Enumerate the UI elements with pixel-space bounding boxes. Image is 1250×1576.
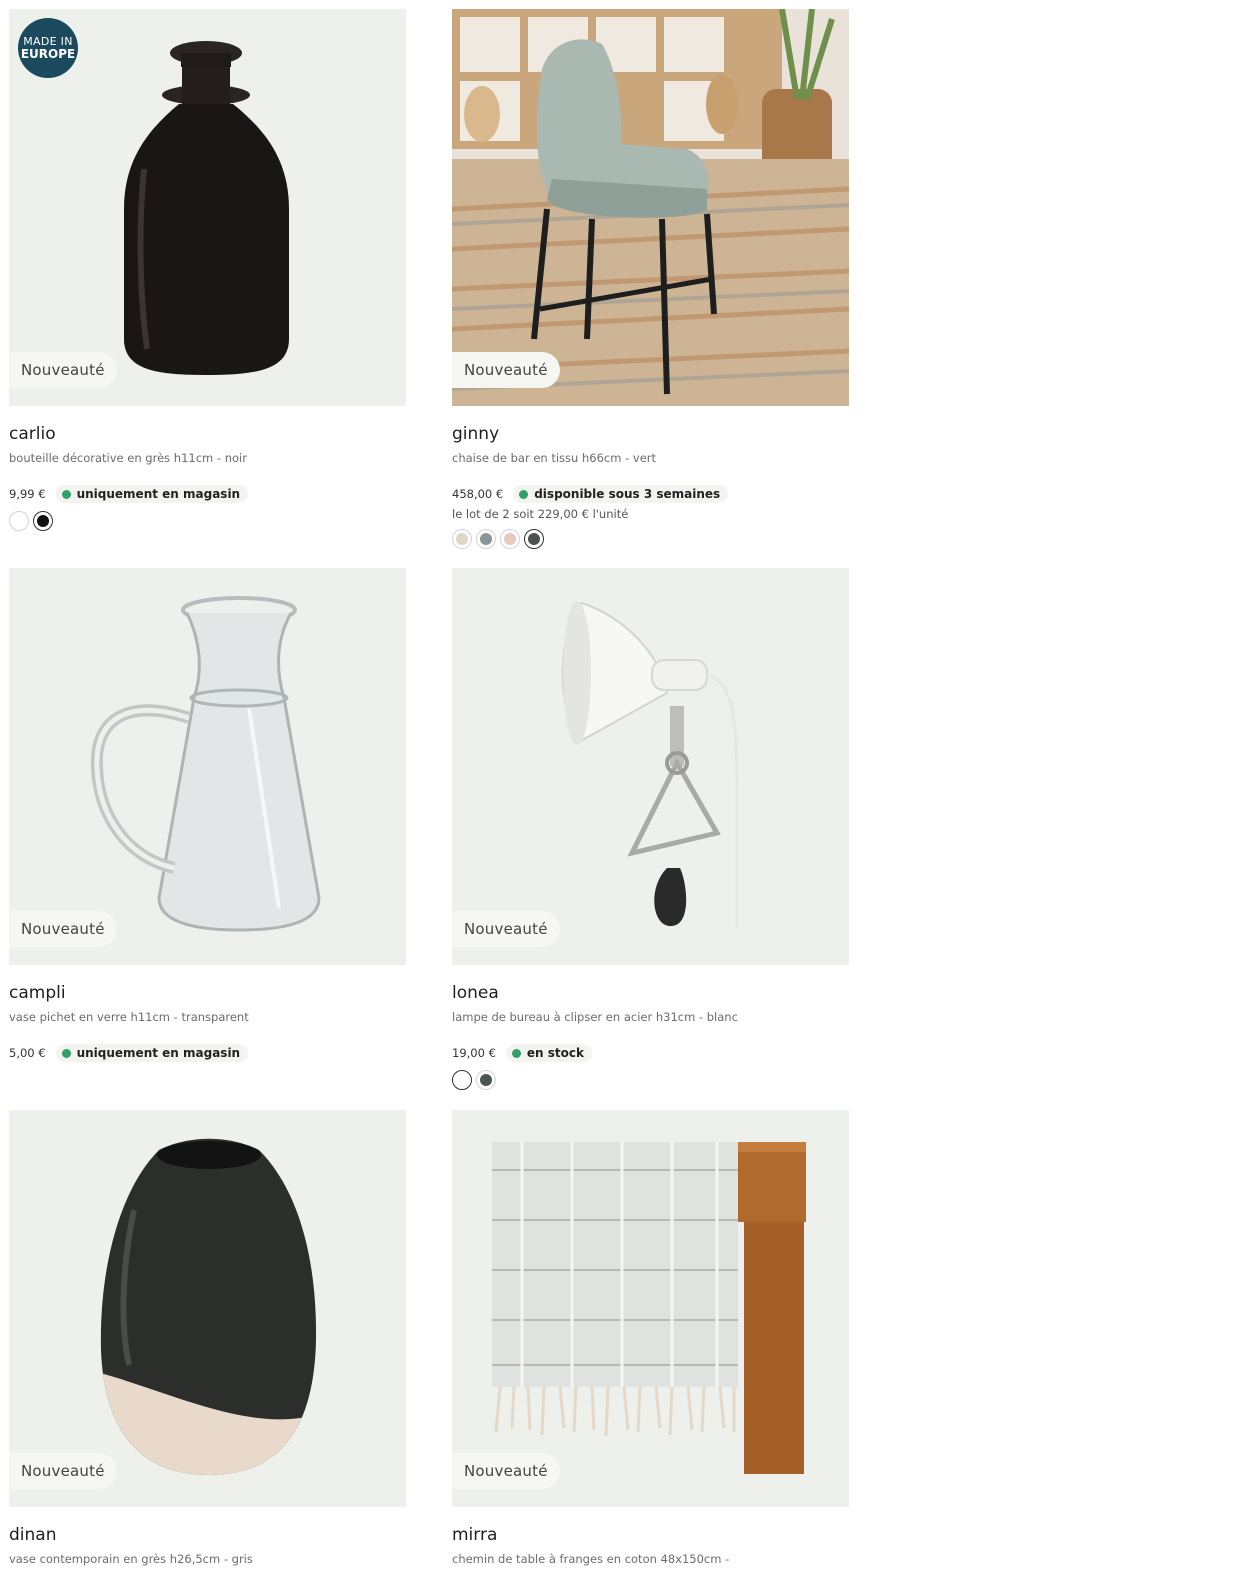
new-badge: Nouveauté [9,352,117,388]
color-swatch-selected[interactable] [524,529,544,549]
color-swatches [452,1070,849,1090]
swatch-color [504,533,516,545]
color-swatch[interactable] [476,1070,496,1090]
product-price: 458,00 € [452,487,504,501]
new-badge: Nouveauté [9,1453,117,1489]
product-name[interactable]: mirra [452,1525,849,1545]
swatch-color [456,533,468,545]
product-image[interactable]: Nouveauté [452,1110,849,1507]
status-dot-icon [511,1048,521,1058]
product-name[interactable]: dinan [9,1525,406,1545]
made-in-europe-badge: MADE IN EUROPE [18,18,78,78]
product-description: vase pichet en verre h11cm - transparent [9,1010,249,1024]
vase-image [100,1138,317,1475]
color-swatch-selected[interactable] [33,511,53,531]
product-card-carlio[interactable]: MADE IN EUROPE Nouveauté carlio bouteill… [9,9,406,531]
product-price: 5,00 € [9,1046,46,1060]
product-name[interactable]: campli [9,983,406,1003]
product-image[interactable]: Nouveauté [452,568,849,965]
status-dot-icon [519,489,529,499]
product-card-ginny[interactable]: Nouveauté ginny chaise de bar en tissu h… [452,9,849,549]
availability-text: en stock [526,1046,584,1060]
product-card-campli[interactable]: Nouveauté campli vase pichet en verre h1… [9,568,406,1062]
swatch-color [480,533,492,545]
product-description: chaise de bar en tissu h66cm - vert [452,451,657,465]
new-badge: Nouveauté [452,911,560,947]
product-description: chemin de table à franges en coton 48x15… [452,1552,730,1566]
availability-badge: uniquement en magasin [55,1044,249,1062]
product-image[interactable]: Nouveauté [452,9,849,406]
product-name[interactable]: lonea [452,983,849,1003]
color-swatch[interactable] [476,529,496,549]
product-card-mirra[interactable]: Nouveauté mirra chemin de table à frange… [452,1110,849,1566]
product-price: 19,00 € [452,1046,496,1060]
lot-price-note: le lot de 2 soit 229,00 € l'unité [452,507,629,521]
product-name[interactable]: carlio [9,424,406,444]
status-dot-icon [61,1048,71,1058]
new-badge: Nouveauté [9,911,117,947]
product-description: lampe de bureau à clipser en acier h31cm… [452,1010,738,1024]
table-runner-image [492,1142,806,1474]
color-swatch[interactable] [452,529,472,549]
availability-text: uniquement en magasin [76,1046,241,1060]
swatch-color [455,1073,468,1086]
swatch-color [527,532,540,545]
bar-chair-image [452,9,849,406]
product-image[interactable]: Nouveauté [9,1110,406,1507]
product-price: 9,99 € [9,487,46,501]
color-swatches [9,511,406,531]
status-dot-icon [61,489,71,499]
swatch-color [13,515,25,527]
product-card-lonea[interactable]: Nouveauté lonea lampe de bureau à clipse… [452,568,849,1090]
new-badge: Nouveauté [452,352,560,388]
color-swatch[interactable] [9,511,29,531]
product-description: vase contemporain en grès h26,5cm - gris [9,1552,253,1566]
glass-pitcher-image [90,596,321,932]
product-image[interactable]: Nouveauté [9,568,406,965]
availability-badge: disponible sous 3 semaines [513,485,729,503]
color-swatch-selected[interactable] [452,1070,472,1090]
product-card-dinan[interactable]: Nouveauté dinan vase contemporain en grè… [9,1110,406,1566]
swatch-color [480,1074,492,1086]
clip-lamp-image [561,601,739,928]
swatch-color [36,514,49,527]
color-swatch[interactable] [500,529,520,549]
availability-badge: uniquement en magasin [55,485,249,503]
product-image[interactable]: MADE IN EUROPE Nouveauté [9,9,406,406]
product-name[interactable]: ginny [452,424,849,444]
color-swatches [452,529,849,549]
availability-badge: en stock [505,1044,592,1062]
new-badge: Nouveauté [452,1453,560,1489]
availability-text: uniquement en magasin [76,487,241,501]
product-description: bouteille décorative en grès h11cm - noi… [9,451,247,465]
availability-text: disponible sous 3 semaines [534,487,721,501]
